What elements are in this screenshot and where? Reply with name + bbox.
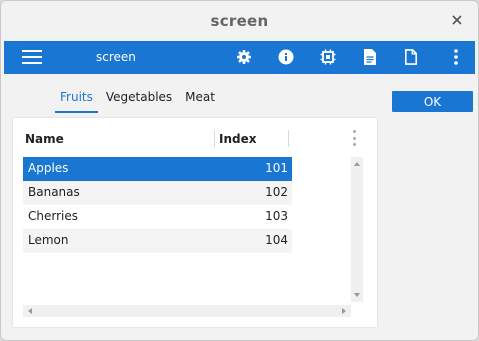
vertical-scrollbar[interactable]	[351, 157, 363, 302]
horizontal-scrollbar[interactable]	[23, 305, 351, 317]
settings-icon[interactable]	[235, 48, 253, 66]
menu-icon[interactable]	[22, 50, 42, 65]
app-bar-title: screen	[96, 50, 136, 64]
scroll-left-icon[interactable]	[28, 308, 32, 314]
file-icon[interactable]	[402, 48, 420, 66]
table-row[interactable]: Lemon 104	[23, 229, 292, 253]
scroll-up-icon[interactable]	[354, 162, 360, 166]
cell-name: Cherries	[28, 209, 78, 223]
chip-icon[interactable]	[319, 48, 337, 66]
column-divider[interactable]	[214, 130, 215, 147]
table-row[interactable]: Apples 101	[23, 157, 292, 181]
cell-name: Lemon	[28, 233, 69, 247]
tab-bar: Fruits Vegetables Meat	[55, 86, 223, 113]
cell-name: Apples	[28, 161, 69, 175]
scroll-right-icon[interactable]	[342, 308, 346, 314]
window-title: screen	[210, 12, 269, 30]
window-titlebar[interactable]: screen	[1, 1, 478, 41]
column-menu-icon[interactable]	[351, 130, 357, 146]
close-glyph	[452, 15, 462, 25]
table-body: Apples 101 Bananas 102 Cherries 103 Lemo…	[23, 157, 292, 253]
ok-button[interactable]: OK	[392, 91, 473, 112]
close-icon[interactable]	[449, 12, 465, 28]
cell-index: 103	[265, 209, 288, 223]
cell-index: 104	[265, 233, 288, 247]
table-row[interactable]: Bananas 102	[23, 181, 292, 205]
tab-fruits[interactable]: Fruits	[55, 86, 98, 113]
table-panel: Name Index Apples 101 Bananas 102 Cherri…	[13, 118, 377, 327]
column-divider[interactable]	[288, 130, 289, 147]
tab-meat[interactable]: Meat	[180, 86, 220, 108]
cell-index: 102	[265, 185, 288, 199]
column-header-index[interactable]: Index	[219, 132, 256, 146]
cell-index: 101	[265, 161, 288, 175]
table-header: Name Index	[21, 125, 361, 153]
column-header-name[interactable]: Name	[25, 132, 64, 146]
document-icon[interactable]	[361, 48, 379, 66]
info-icon[interactable]	[277, 48, 295, 66]
app-bar: screen	[4, 41, 475, 74]
scroll-down-icon[interactable]	[354, 293, 360, 297]
app-window: screen screen Fruits Vegetables Meat OK …	[0, 0, 479, 341]
table-row[interactable]: Cherries 103	[23, 205, 292, 229]
more-vert-icon[interactable]	[447, 48, 465, 66]
content-area: Fruits Vegetables Meat OK Name Index App…	[4, 74, 475, 339]
tab-vegetables[interactable]: Vegetables	[101, 86, 177, 108]
cell-name: Bananas	[28, 185, 80, 199]
